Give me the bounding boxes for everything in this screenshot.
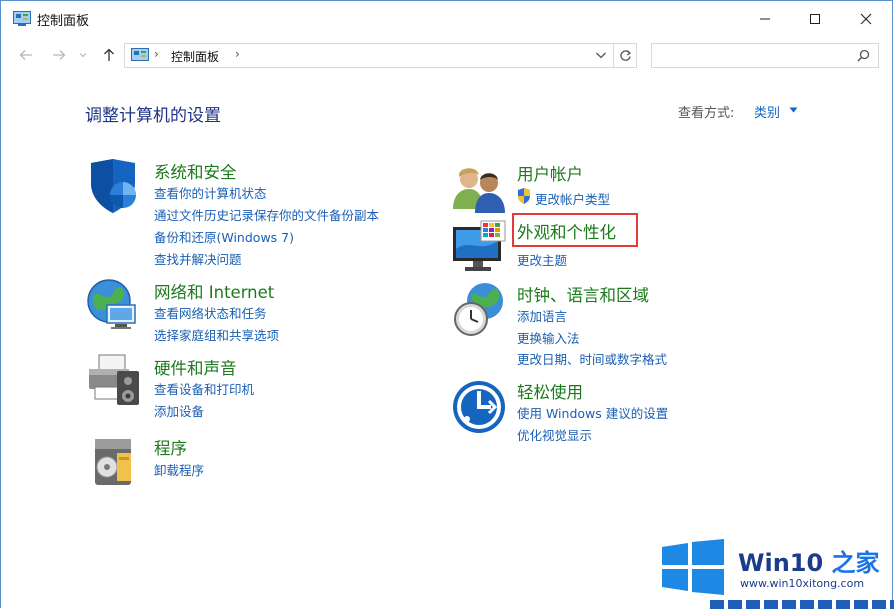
- link-change-input-method[interactable]: 更换输入法: [517, 328, 580, 347]
- category-ease-of-access: 轻松使用 使用 Windows 建议的设置 优化视觉显示: [451, 379, 781, 449]
- ease-of-access-icon[interactable]: [451, 379, 507, 435]
- minimize-icon: [760, 18, 770, 20]
- link-add-device[interactable]: 添加设备: [154, 401, 204, 420]
- link-windows-recommended-settings[interactable]: 使用 Windows 建议的设置: [517, 403, 668, 422]
- link-backup-restore[interactable]: 备份和还原(Windows 7): [154, 227, 294, 246]
- link-devices-printers[interactable]: 查看设备和打印机: [154, 379, 254, 398]
- chevron-down-icon[interactable]: [595, 51, 607, 60]
- navigation-bar: › 控制面板 ›: [1, 39, 892, 73]
- minimize-button[interactable]: [742, 1, 788, 37]
- link-homegroup-sharing[interactable]: 选择家庭组和共享选项: [154, 325, 279, 344]
- arrow-right-icon: [53, 50, 66, 60]
- view-by-dropdown[interactable]: 类别: [754, 102, 780, 121]
- category-clock-language-region: 时钟、语言和区域 添加语言 更换输入法 更改日期、时间或数字格式: [451, 281, 781, 371]
- uac-shield-icon: [518, 188, 530, 204]
- category-title-clock-language-region[interactable]: 时钟、语言和区域: [517, 282, 649, 306]
- link-network-status[interactable]: 查看网络状态和任务: [154, 303, 267, 322]
- monitor-palette-icon[interactable]: [451, 219, 507, 275]
- category-programs: 程序 卸载程序: [85, 433, 415, 489]
- caret-down-icon[interactable]: [789, 107, 798, 113]
- back-button[interactable]: [15, 44, 37, 66]
- page-title: 调整计算机的设置: [85, 106, 221, 126]
- title-bar[interactable]: 控制面板: [1, 1, 892, 37]
- watermark-brand-en: Win10: [738, 549, 824, 577]
- category-title-appearance-personalization[interactable]: 外观和个性化: [517, 219, 616, 243]
- link-change-date-time-format[interactable]: 更改日期、时间或数字格式: [517, 349, 667, 368]
- close-icon: [860, 13, 872, 25]
- refresh-button[interactable]: [614, 43, 637, 68]
- forward-button[interactable]: [48, 44, 70, 66]
- clock-globe-icon[interactable]: [451, 281, 507, 337]
- view-by-label: 查看方式:: [678, 106, 735, 121]
- control-panel-icon: [13, 11, 31, 26]
- category-user-accounts: 用户帐户 更改帐户类型: [451, 161, 781, 217]
- link-file-history-backup[interactable]: 通过文件历史记录保存你的文件备份副本: [154, 205, 379, 224]
- link-change-account-type[interactable]: 更改帐户类型: [535, 189, 610, 208]
- shield-icon[interactable]: [85, 157, 141, 213]
- search-icon[interactable]: [857, 49, 870, 62]
- category-title-user-accounts[interactable]: 用户帐户: [517, 161, 583, 185]
- close-button[interactable]: [843, 1, 889, 37]
- category-network-internet: 网络和 Internet 查看网络状态和任务 选择家庭组和共享选项: [85, 277, 415, 347]
- maximize-button[interactable]: [792, 1, 838, 37]
- window-title: 控制面板: [37, 14, 90, 29]
- watermark-url: www.win10xitong.com: [740, 577, 865, 590]
- search-input[interactable]: [656, 45, 850, 68]
- recent-locations-button[interactable]: [76, 44, 90, 66]
- link-add-language[interactable]: 添加语言: [517, 306, 567, 325]
- control-panel-window: 控制面板 › 控制面板 › 调整计算机的设置 查看方式: 类别 系统和安全 查看…: [0, 0, 893, 608]
- category-system-security: 系统和安全 查看你的计算机状态 通过文件历史记录保存你的文件备份副本 备份和还原…: [85, 157, 415, 267]
- windows-logo-icon: [662, 539, 724, 595]
- link-troubleshoot[interactable]: 查找并解决问题: [154, 249, 242, 268]
- watermark-strip: [710, 600, 894, 609]
- link-view-computer-status[interactable]: 查看你的计算机状态: [154, 183, 267, 202]
- category-title-hardware-sound[interactable]: 硬件和声音: [154, 355, 237, 379]
- category-title-system-security[interactable]: 系统和安全: [154, 159, 237, 183]
- link-uninstall-program[interactable]: 卸载程序: [154, 460, 204, 479]
- watermark-brand: Win10 之家: [738, 543, 880, 578]
- search-box[interactable]: [651, 43, 879, 68]
- link-optimize-visual-display[interactable]: 优化视觉显示: [517, 425, 592, 444]
- chevron-down-icon: [79, 53, 87, 58]
- category-title-ease-of-access[interactable]: 轻松使用: [517, 379, 583, 403]
- category-title-network-internet[interactable]: 网络和 Internet: [154, 279, 274, 303]
- category-appearance-personalization: 外观和个性化 更改主题: [451, 213, 781, 275]
- network-globe-icon[interactable]: [85, 277, 141, 333]
- category-hardware-sound: 硬件和声音 查看设备和打印机 添加设备: [85, 353, 415, 423]
- programs-icon[interactable]: [85, 433, 141, 489]
- address-bar[interactable]: › 控制面板 ›: [124, 43, 614, 68]
- breadcrumb-separator[interactable]: ›: [235, 47, 240, 61]
- arrow-up-icon: [104, 48, 114, 61]
- control-panel-icon: [131, 48, 149, 61]
- breadcrumb-control-panel[interactable]: 控制面板: [171, 48, 219, 65]
- maximize-icon: [810, 14, 820, 24]
- category-title-programs[interactable]: 程序: [154, 435, 187, 459]
- watermark-brand-zh: 之家: [831, 549, 880, 577]
- refresh-icon: [619, 50, 631, 61]
- users-icon[interactable]: [451, 165, 507, 221]
- breadcrumb-separator[interactable]: ›: [154, 47, 159, 61]
- printer-icon[interactable]: [85, 353, 141, 409]
- link-change-theme[interactable]: 更改主题: [517, 250, 567, 269]
- up-button[interactable]: [98, 44, 120, 66]
- arrow-left-icon: [19, 50, 32, 60]
